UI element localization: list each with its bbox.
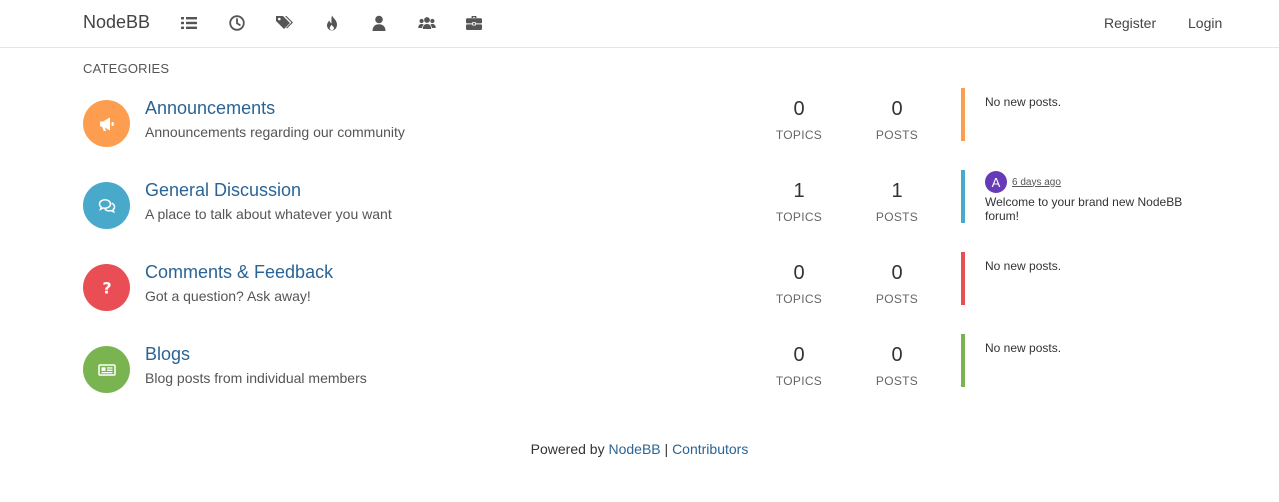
topics-label: TOPICS bbox=[775, 210, 823, 224]
teaser-meta: A 6 days ago bbox=[985, 171, 1223, 193]
category-description: Announcements regarding our community bbox=[145, 124, 405, 140]
tags-icon[interactable] bbox=[275, 14, 293, 32]
topics-count: 0 bbox=[793, 262, 805, 284]
teaser-post-content[interactable]: Welcome to your brand new NodeBB forum! bbox=[985, 195, 1215, 223]
topics-stat: 1 TOPICS bbox=[759, 180, 839, 224]
category-row-blogs: Blogs Blog posts from individual members… bbox=[83, 334, 1223, 408]
posts-stat: 0 POSTS bbox=[857, 262, 937, 306]
posts-label: POSTS bbox=[875, 292, 919, 306]
footer-separator: | bbox=[664, 441, 669, 457]
posts-label: POSTS bbox=[875, 128, 919, 142]
category-teaser: A 6 days ago Welcome to your brand new N… bbox=[961, 170, 1223, 223]
nodebb-link[interactable]: NodeBB bbox=[608, 441, 660, 457]
question-icon[interactable]: ? bbox=[83, 264, 130, 311]
bullhorn-icon[interactable] bbox=[83, 100, 130, 147]
groups-icon[interactable] bbox=[418, 14, 436, 32]
teaser-text: No new posts. bbox=[985, 95, 1062, 109]
footer: Powered by NodeBB | Contributors bbox=[0, 441, 1279, 457]
topics-count: 0 bbox=[793, 98, 805, 120]
popular-icon[interactable] bbox=[323, 14, 341, 32]
category-row-announcements: Announcements Announcements regarding ou… bbox=[83, 88, 1223, 162]
page-title: CATEGORIES bbox=[83, 61, 170, 76]
topics-count: 1 bbox=[793, 180, 805, 202]
category-title[interactable]: Announcements bbox=[145, 98, 275, 119]
teaser-timestamp[interactable]: 6 days ago bbox=[1012, 177, 1061, 188]
posts-stat: 0 POSTS bbox=[857, 344, 937, 388]
posts-count: 0 bbox=[891, 344, 903, 366]
recent-icon[interactable] bbox=[228, 14, 246, 32]
teaser-text: No new posts. bbox=[985, 259, 1062, 273]
categories-icon[interactable] bbox=[180, 14, 198, 32]
brand-logo[interactable]: NodeBB bbox=[83, 12, 150, 33]
svg-text:?: ? bbox=[102, 278, 111, 297]
top-navbar: NodeBB Register Login bbox=[0, 0, 1279, 48]
category-row-comments-feedback: ? Comments & Feedback Got a question? As… bbox=[83, 252, 1223, 326]
topics-label: TOPICS bbox=[775, 292, 823, 306]
register-link[interactable]: Register bbox=[1104, 15, 1156, 31]
users-icon[interactable] bbox=[370, 14, 388, 32]
category-description: Blog posts from individual members bbox=[145, 370, 367, 386]
category-description: A place to talk about whatever you want bbox=[145, 206, 392, 222]
comments-icon[interactable] bbox=[83, 182, 130, 229]
teaser-text: No new posts. bbox=[985, 341, 1062, 355]
posts-stat: 1 POSTS bbox=[857, 180, 937, 224]
topics-stat: 0 TOPICS bbox=[759, 344, 839, 388]
posts-count: 0 bbox=[891, 98, 903, 120]
newspaper-icon[interactable] bbox=[83, 346, 130, 393]
topics-label: TOPICS bbox=[775, 374, 823, 388]
topics-stat: 0 TOPICS bbox=[759, 262, 839, 306]
briefcase-icon[interactable] bbox=[465, 14, 483, 32]
posts-count: 0 bbox=[891, 262, 903, 284]
footer-prefix: Powered by bbox=[530, 441, 605, 457]
category-description: Got a question? Ask away! bbox=[145, 288, 311, 304]
category-title[interactable]: General Discussion bbox=[145, 180, 301, 201]
topics-label: TOPICS bbox=[775, 128, 823, 142]
posts-label: POSTS bbox=[875, 210, 919, 224]
category-title[interactable]: Blogs bbox=[145, 344, 190, 365]
posts-stat: 0 POSTS bbox=[857, 98, 937, 142]
category-teaser: No new posts. bbox=[961, 334, 1223, 387]
posts-label: POSTS bbox=[875, 374, 919, 388]
category-row-general-discussion: General Discussion A place to talk about… bbox=[83, 170, 1223, 244]
category-title[interactable]: Comments & Feedback bbox=[145, 262, 333, 283]
topics-stat: 0 TOPICS bbox=[759, 98, 839, 142]
contributors-link[interactable]: Contributors bbox=[672, 441, 748, 457]
category-teaser: No new posts. bbox=[961, 88, 1223, 141]
topics-count: 0 bbox=[793, 344, 805, 366]
category-teaser: No new posts. bbox=[961, 252, 1223, 305]
avatar[interactable]: A bbox=[985, 171, 1007, 193]
login-link[interactable]: Login bbox=[1188, 15, 1222, 31]
posts-count: 1 bbox=[891, 180, 903, 202]
